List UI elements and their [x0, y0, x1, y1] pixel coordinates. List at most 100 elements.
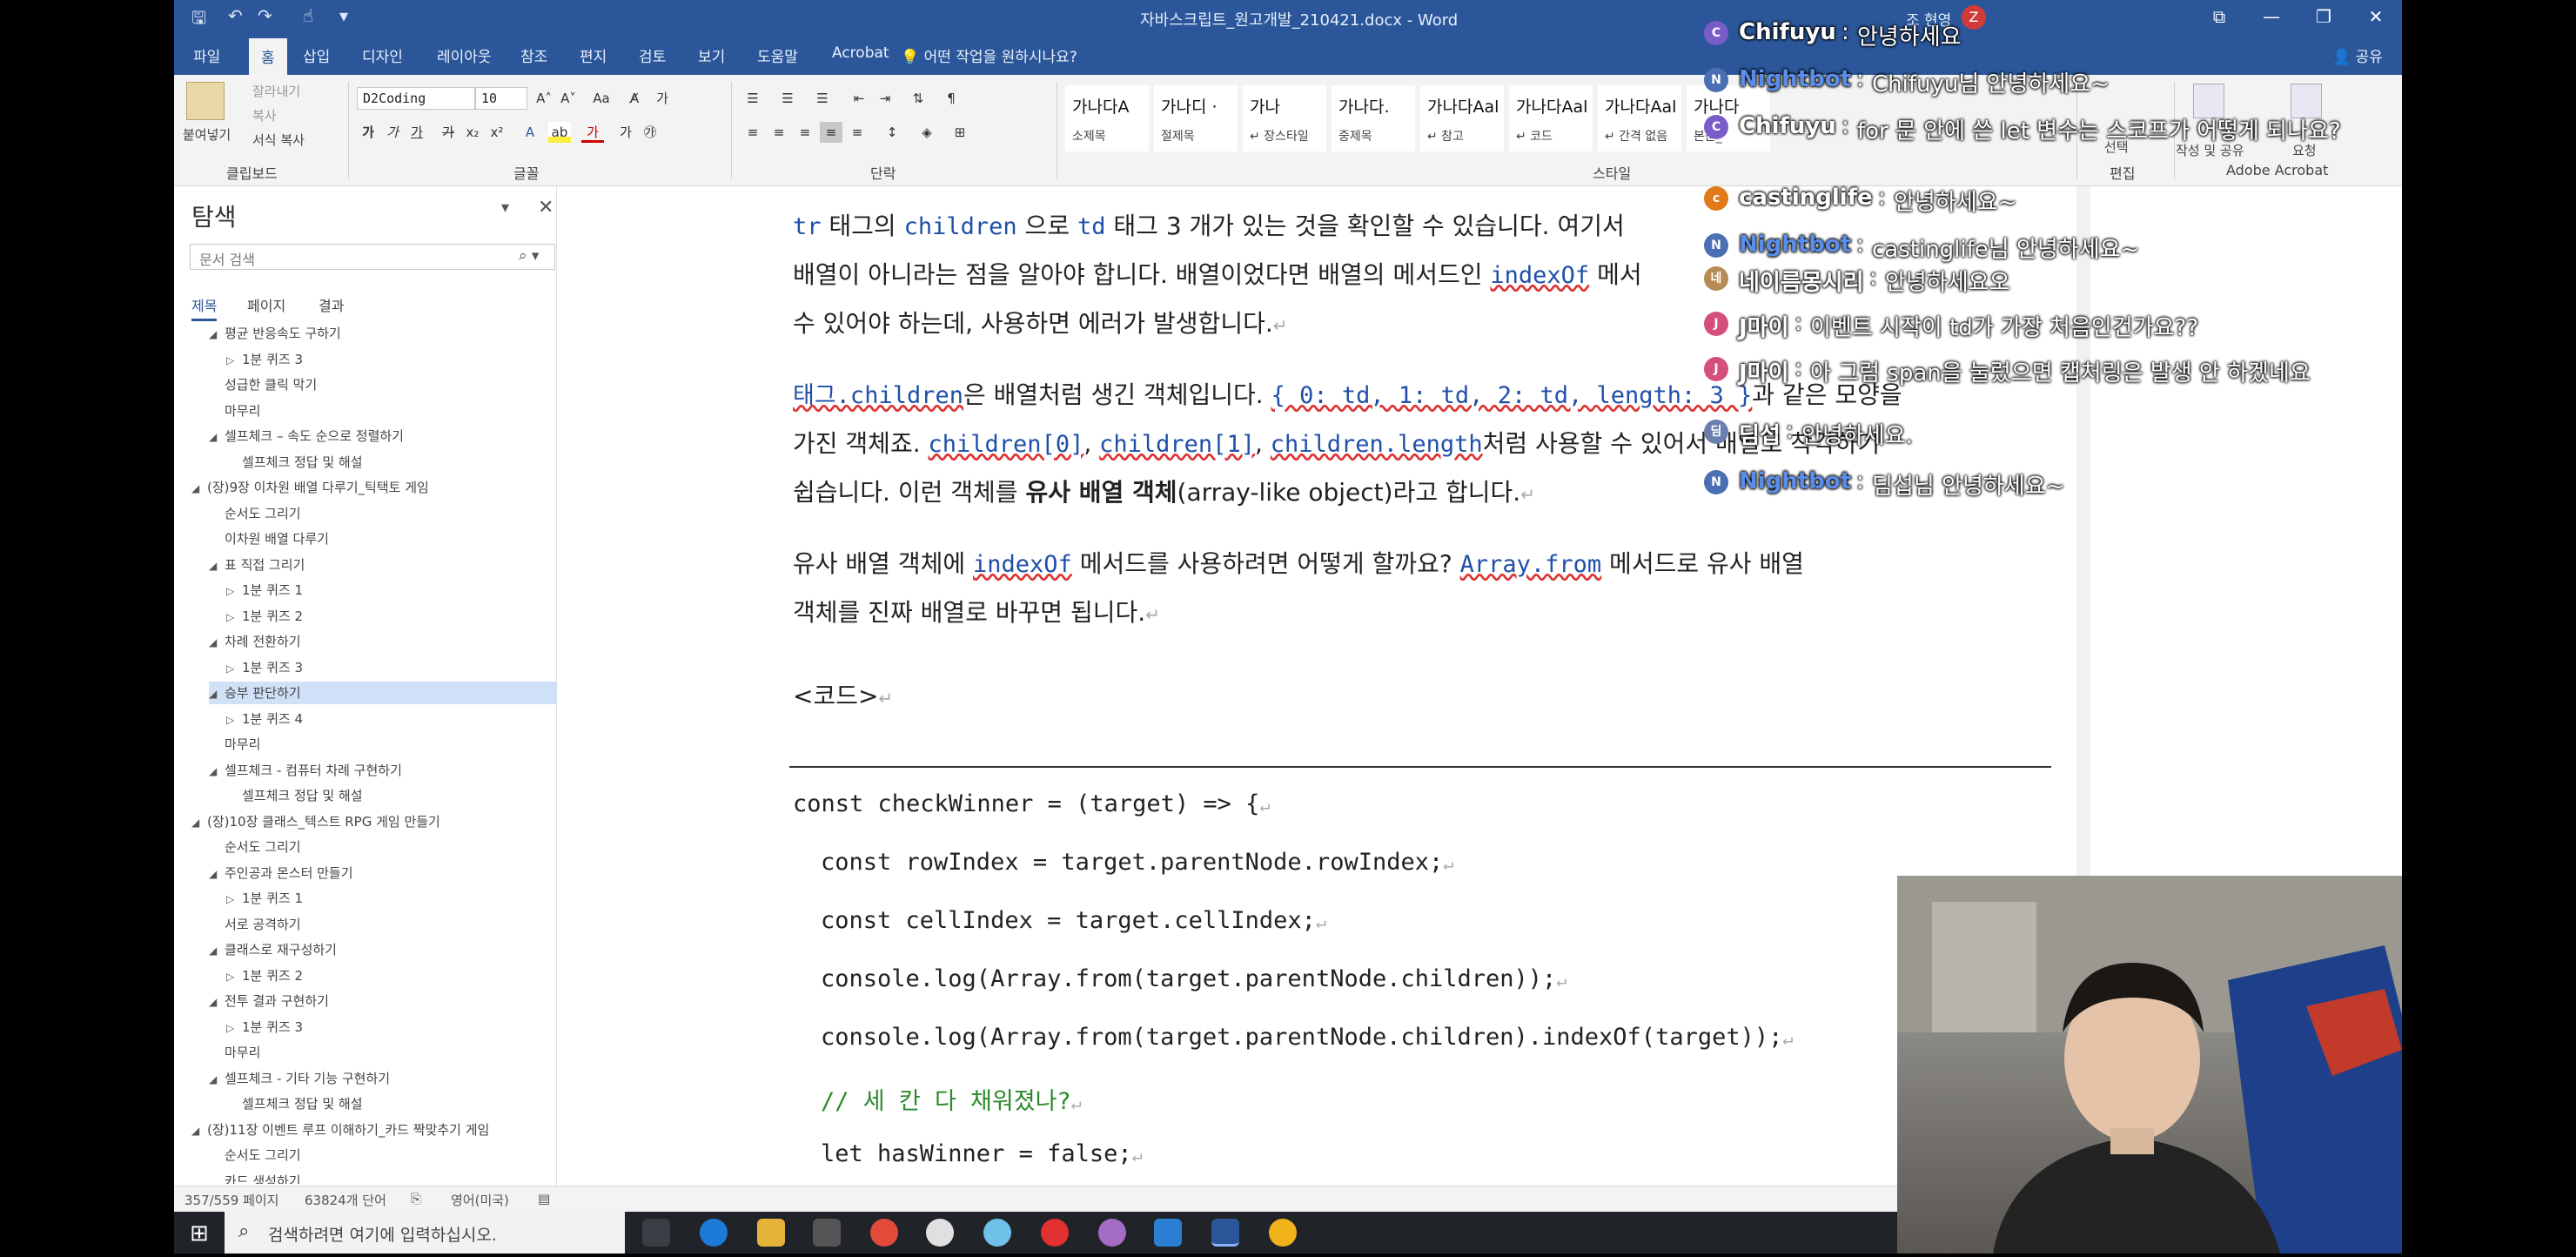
nav-item[interactable]: 셀프체크 정답 및 해설	[226, 784, 363, 807]
search-icon[interactable]: ⌕ ▾	[519, 247, 539, 265]
nav-tab-headings[interactable]: 제목	[191, 294, 218, 321]
expand-arrow-icon[interactable]: ▷	[226, 580, 242, 602]
font-color-icon[interactable]: 가	[581, 122, 604, 143]
language-status[interactable]: 영어(미국)	[451, 1191, 509, 1209]
nav-item[interactable]: ▷ 1분 퀴즈 3	[226, 1016, 303, 1039]
tab-view[interactable]: 보기	[698, 44, 725, 66]
nav-item[interactable]: 카드 생성하기	[209, 1170, 301, 1185]
subscript-icon[interactable]: x₂	[461, 122, 484, 143]
obs-icon[interactable]	[926, 1219, 954, 1247]
style-tile[interactable]: 가나다A 소제목	[1065, 85, 1149, 151]
proofing-icon[interactable]: ⎘	[411, 1191, 421, 1207]
nav-item[interactable]: ◢ (장)11장 이벤트 루프 이해하기_카드 짝맞추기 게임	[191, 1119, 489, 1141]
change-case-icon[interactable]: Aa	[590, 88, 613, 109]
nav-item[interactable]: 마무리	[209, 733, 260, 756]
taskbar-search-box[interactable]: ⌕ 검색하려면 여기에 입력하십시오.	[225, 1212, 625, 1254]
edge-icon[interactable]	[700, 1219, 728, 1247]
store-icon[interactable]	[813, 1219, 841, 1247]
page-count[interactable]: 357/559 페이지	[184, 1191, 278, 1209]
redo-icon[interactable]: ↷	[258, 5, 272, 26]
app-icon[interactable]	[983, 1219, 1011, 1247]
nav-item[interactable]: 서로 공격하기	[209, 913, 301, 936]
text-effects-icon[interactable]: A	[519, 122, 541, 143]
expand-arrow-icon[interactable]: ◢	[209, 863, 225, 885]
expand-arrow-icon[interactable]: ◢	[209, 555, 225, 577]
expand-arrow-icon[interactable]: ▷	[226, 888, 242, 911]
align-right-icon[interactable]: ≡	[794, 122, 816, 143]
undo-icon[interactable]: ↶	[228, 5, 243, 26]
nav-item[interactable]: 이차원 배열 다루기	[209, 528, 329, 550]
expand-arrow-icon[interactable]: ▷	[226, 349, 242, 372]
clear-format-icon[interactable]: A̸	[623, 88, 646, 109]
bold-icon[interactable]: 가	[357, 122, 379, 143]
nav-item[interactable]: 마무리	[209, 1041, 260, 1064]
nav-item[interactable]: ◢ (장)10장 클래스_텍스트 RPG 게임 만들기	[191, 810, 440, 833]
tab-layout[interactable]: 레이아웃	[437, 44, 492, 66]
expand-arrow-icon[interactable]: ▷	[226, 709, 242, 731]
char-shading-icon[interactable]: 가	[614, 122, 637, 143]
multilevel-list-icon[interactable]: ☰	[811, 88, 834, 109]
strikethrough-icon[interactable]: 가	[437, 122, 460, 143]
nav-item[interactable]: 성급한 클릭 막기	[209, 373, 317, 396]
nav-search-input[interactable]: 문서 검색	[190, 244, 555, 270]
nav-item[interactable]: 마무리	[209, 400, 260, 422]
tab-references[interactable]: 참조	[520, 44, 547, 66]
expand-arrow-icon[interactable]: ▷	[226, 965, 242, 988]
expand-arrow-icon[interactable]: ◢	[209, 760, 225, 783]
tab-home[interactable]: 홈	[249, 38, 287, 75]
nav-item[interactable]: ◢ 주인공과 몬스터 만들기	[209, 862, 353, 884]
tab-file[interactable]: 파일	[193, 44, 220, 66]
nav-item[interactable]: ▷ 1분 퀴즈 1	[226, 579, 303, 602]
superscript-icon[interactable]: x²	[486, 122, 508, 143]
nav-item[interactable]: ◢ 차례 전환하기	[209, 630, 301, 653]
style-tile[interactable]: 가나다Aal ↵ 참고	[1420, 85, 1504, 151]
chrome-canary-icon[interactable]	[1269, 1219, 1297, 1247]
distribute-icon[interactable]: ≡	[846, 122, 869, 143]
tab-insert[interactable]: 삽입	[303, 44, 330, 66]
phonetic-icon[interactable]: 가	[651, 88, 674, 109]
expand-arrow-icon[interactable]: ▷	[226, 606, 242, 628]
nav-item[interactable]: ◢ 평균 반응속도 구하기	[209, 322, 341, 345]
enclose-char-icon[interactable]: ㉮	[639, 122, 661, 143]
nav-item[interactable]: 셀프체크 정답 및 해설	[226, 1092, 363, 1115]
cut-button[interactable]: 잘라내기	[252, 82, 300, 100]
expand-arrow-icon[interactable]: ◢	[209, 631, 225, 654]
nav-item[interactable]: 순서도 그리기	[209, 502, 301, 525]
line-spacing-icon[interactable]: ↕	[881, 122, 903, 143]
font-size-select[interactable]: 10	[475, 87, 527, 110]
style-tile[interactable]: 가나다Aal ↵ 간격 없음	[1598, 85, 1681, 151]
nav-item[interactable]: ▷ 1분 퀴즈 2	[226, 965, 303, 987]
tab-design[interactable]: 디자인	[362, 44, 403, 66]
expand-arrow-icon[interactable]: ▷	[226, 657, 242, 680]
shrink-font-icon[interactable]: A˅	[557, 88, 580, 109]
macro-icon[interactable]: ▤	[538, 1191, 550, 1207]
show-marks-icon[interactable]: ¶	[940, 88, 963, 109]
nav-item[interactable]: ◢ 클래스로 재구성하기	[209, 938, 337, 961]
style-tile[interactable]: 가나다Aal ↵ 코드	[1509, 85, 1593, 151]
nav-item[interactable]: ◢ 표 직접 그리기	[209, 554, 305, 576]
sort-icon[interactable]: ⇅	[907, 88, 929, 109]
nav-item[interactable]: ▷ 1분 퀴즈 3	[226, 348, 303, 371]
nav-item[interactable]: ▷ 1분 퀴즈 2	[226, 605, 303, 628]
expand-arrow-icon[interactable]: ◢	[209, 1068, 225, 1091]
grow-font-icon[interactable]: A˄	[533, 88, 555, 109]
expand-arrow-icon[interactable]: ◢	[209, 323, 225, 346]
style-tile[interactable]: 가나디 · 절제목	[1154, 85, 1238, 151]
tab-review[interactable]: 검토	[639, 44, 666, 66]
expand-arrow-icon[interactable]: ◢	[191, 477, 207, 500]
touch-mode-icon[interactable]: ☝	[303, 5, 313, 26]
nav-tab-results[interactable]: 결과	[319, 294, 344, 315]
tell-me-search[interactable]: 💡 어떤 작업을 원하시나요?	[901, 44, 1077, 66]
italic-icon[interactable]: 가	[381, 122, 404, 143]
nav-tab-pages[interactable]: 페이지	[247, 294, 285, 315]
word-count[interactable]: 63824개 단어	[305, 1191, 386, 1209]
nav-item[interactable]: 셀프체크 정답 및 해설	[226, 451, 363, 474]
expand-arrow-icon[interactable]: ◢	[209, 426, 225, 448]
justify-icon[interactable]: ≡	[820, 122, 842, 143]
numbering-icon[interactable]: ☰	[776, 88, 799, 109]
underline-icon[interactable]: 가	[406, 122, 428, 143]
decrease-indent-icon[interactable]: ⇤	[848, 88, 870, 109]
save-icon[interactable]: 🖫	[191, 5, 206, 35]
paste-icon[interactable]	[186, 82, 225, 120]
bullets-icon[interactable]: ☰	[741, 88, 764, 109]
